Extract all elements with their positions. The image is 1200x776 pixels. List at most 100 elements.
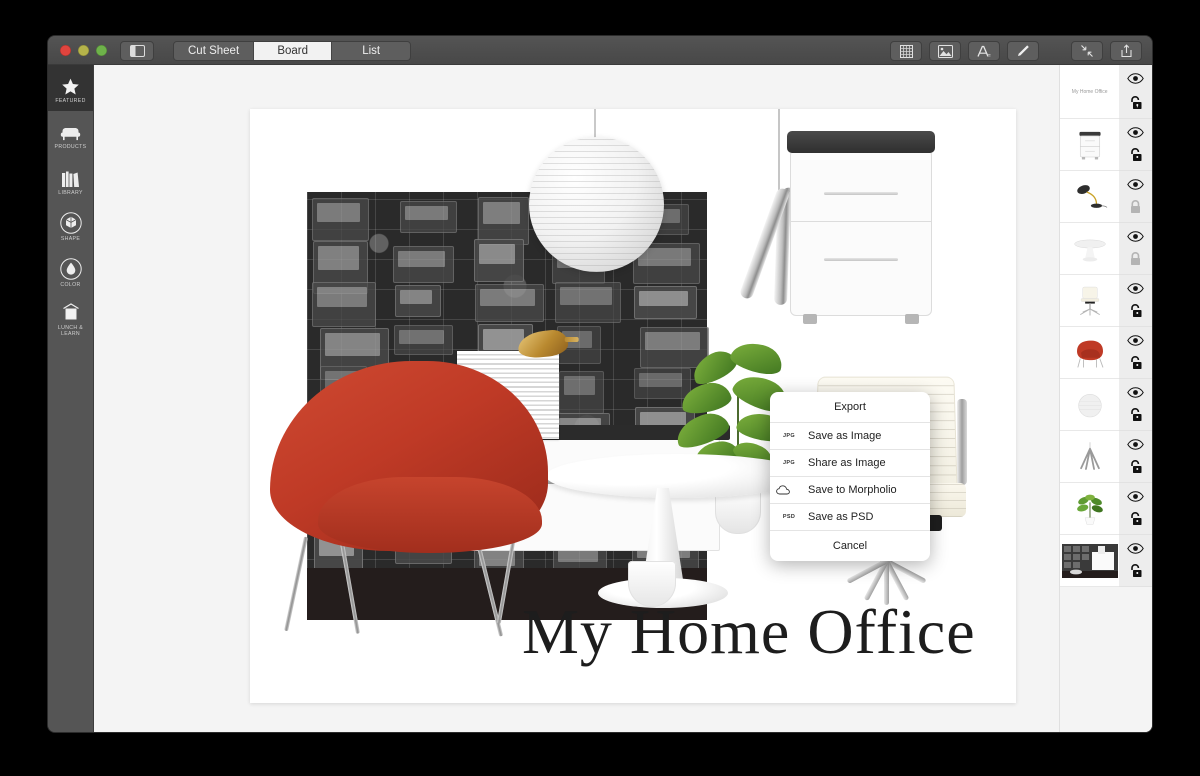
mood-board[interactable]: My Home Office Export JPG Save as Image … <box>250 109 1016 703</box>
left-sidebar: Featured Products <box>48 65 94 732</box>
export-popover[interactable]: Export JPG Save as Image JPG Share as Im… <box>770 392 930 561</box>
lock-toggle[interactable] <box>1128 95 1143 110</box>
wallpaper-gadget-screen <box>317 246 360 271</box>
minimize-button[interactable] <box>78 45 89 56</box>
sidebar-item-products[interactable]: Products <box>48 111 93 157</box>
menu-item-save-as-image[interactable]: JPG Save as Image <box>770 423 930 450</box>
collapse-button[interactable] <box>1071 41 1103 61</box>
layer-row[interactable] <box>1060 431 1152 483</box>
layer-globe-pendant[interactable] <box>529 137 664 272</box>
visibility-toggle[interactable] <box>1127 231 1144 242</box>
visibility-toggle[interactable] <box>1127 543 1144 554</box>
lock-toggle[interactable] <box>1128 459 1143 474</box>
image-tool-button[interactable] <box>929 41 961 61</box>
layer-thumbnail[interactable] <box>1060 171 1120 223</box>
layer-file-cabinet[interactable] <box>787 131 935 324</box>
close-button[interactable] <box>60 45 71 56</box>
lock-toggle[interactable] <box>1128 147 1143 162</box>
tab-board[interactable]: Board <box>254 42 333 60</box>
grid-tool-button[interactable] <box>890 41 922 61</box>
cabinet-caster-right <box>905 314 919 324</box>
cancel-button[interactable]: Cancel <box>770 531 930 561</box>
layer-thumbnail[interactable] <box>1060 223 1120 275</box>
wallpaper-gadget-screen <box>479 244 516 264</box>
layer-row[interactable] <box>1060 535 1152 587</box>
tab-cut-sheet[interactable]: Cut Sheet <box>174 42 255 60</box>
layer-thumbnail[interactable] <box>1060 483 1120 535</box>
text-icon <box>977 45 991 57</box>
layer-thumbnail[interactable] <box>1060 431 1120 483</box>
menu-item-save-to-morpholio[interactable]: Save to Morpholio <box>770 477 930 504</box>
lock-toggle[interactable] <box>1128 251 1143 266</box>
visibility-toggle[interactable] <box>1127 387 1144 398</box>
file-cabinet-thumbnail-icon <box>1079 131 1101 160</box>
sidebar-item-library[interactable]: Library <box>48 157 93 203</box>
layer-row[interactable] <box>1060 275 1152 327</box>
visibility-toggle[interactable] <box>1127 73 1144 84</box>
visibility-toggle[interactable] <box>1127 335 1144 346</box>
layer-controls <box>1119 223 1152 275</box>
visibility-toggle[interactable] <box>1127 491 1144 502</box>
lock-toggle[interactable] <box>1128 199 1143 214</box>
layer-row[interactable] <box>1060 483 1152 535</box>
text-tool-button[interactable] <box>968 41 1000 61</box>
lock-toggle[interactable] <box>1128 355 1143 370</box>
jpg-icon: JPG <box>783 433 795 439</box>
lock-toggle[interactable] <box>1128 511 1143 526</box>
visibility-toggle[interactable] <box>1127 439 1144 450</box>
psd-icon: PSD <box>782 514 796 520</box>
menu-label-share-as-image: Share as Image <box>808 457 886 469</box>
layer-controls <box>1119 171 1152 223</box>
wallpaper-gadget-screen <box>404 205 448 221</box>
canvas-area[interactable]: My Home Office Export JPG Save as Image … <box>94 65 1152 732</box>
layer-row[interactable]: My Home Office <box>1060 65 1152 119</box>
unlock-icon <box>1131 304 1142 318</box>
layer-row[interactable] <box>1060 379 1152 431</box>
view-mode-segmented-control[interactable]: Cut Sheet Board List <box>173 41 412 61</box>
visibility-toggle[interactable] <box>1127 179 1144 190</box>
visibility-toggle[interactable] <box>1127 127 1144 138</box>
share-export-button[interactable] <box>1110 41 1142 61</box>
wallpaper-gadget <box>633 286 698 320</box>
title-bar: Cut Sheet Board List <box>48 36 1152 65</box>
board-title-text[interactable]: My Home Office <box>522 595 976 669</box>
wallpaper-gadget <box>394 324 453 356</box>
sidebar-item-featured[interactable]: Featured <box>48 65 93 111</box>
layer-row[interactable] <box>1060 327 1152 379</box>
menu-item-save-as-psd[interactable]: PSD Save as PSD <box>770 504 930 531</box>
sidebar-item-lunch-and-learn[interactable]: Lunch & Learn <box>48 295 93 341</box>
eye-icon <box>1127 73 1144 84</box>
layer-thumbnail[interactable] <box>1060 535 1120 587</box>
lock-icon <box>1131 200 1141 214</box>
layer-thumbnail[interactable]: My Home Office <box>1060 65 1120 119</box>
lock-toggle[interactable] <box>1128 407 1143 422</box>
zoom-button[interactable] <box>96 45 107 56</box>
layer-row[interactable] <box>1060 119 1152 171</box>
layer-row[interactable] <box>1060 171 1152 223</box>
visibility-toggle[interactable] <box>1127 283 1144 294</box>
layers-panel[interactable]: My Home Office <box>1059 65 1152 732</box>
layer-thumbnail[interactable] <box>1060 379 1120 431</box>
sidebar-item-shape[interactable]: Shape <box>48 203 93 249</box>
layer-thumbnail[interactable] <box>1060 119 1120 171</box>
wallpaper-gadget <box>395 285 442 317</box>
cube-icon <box>59 211 82 234</box>
layer-thumbnail[interactable] <box>1060 275 1120 327</box>
menu-item-share-as-image[interactable]: JPG Share as Image <box>770 450 930 477</box>
wallpaper-gadget-screen <box>482 201 520 224</box>
tulip-table-thumbnail-icon <box>1074 239 1106 262</box>
tab-list[interactable]: List <box>332 42 411 60</box>
sidebar-toggle-button[interactable] <box>120 41 154 61</box>
sidebar-item-color[interactable]: Color <box>48 249 93 295</box>
layer-controls <box>1119 275 1152 327</box>
globe-pendant-thumbnail-icon <box>1078 393 1102 417</box>
layer-controls <box>1119 65 1152 119</box>
sidebar-label-library: Library <box>58 189 83 196</box>
layer-row[interactable] <box>1060 223 1152 275</box>
toolbar-right <box>890 41 1142 61</box>
lock-toggle[interactable] <box>1128 563 1143 578</box>
layer-controls <box>1119 483 1152 535</box>
lock-toggle[interactable] <box>1128 303 1143 318</box>
pen-tool-button[interactable] <box>1007 41 1039 61</box>
layer-thumbnail[interactable] <box>1060 327 1120 379</box>
